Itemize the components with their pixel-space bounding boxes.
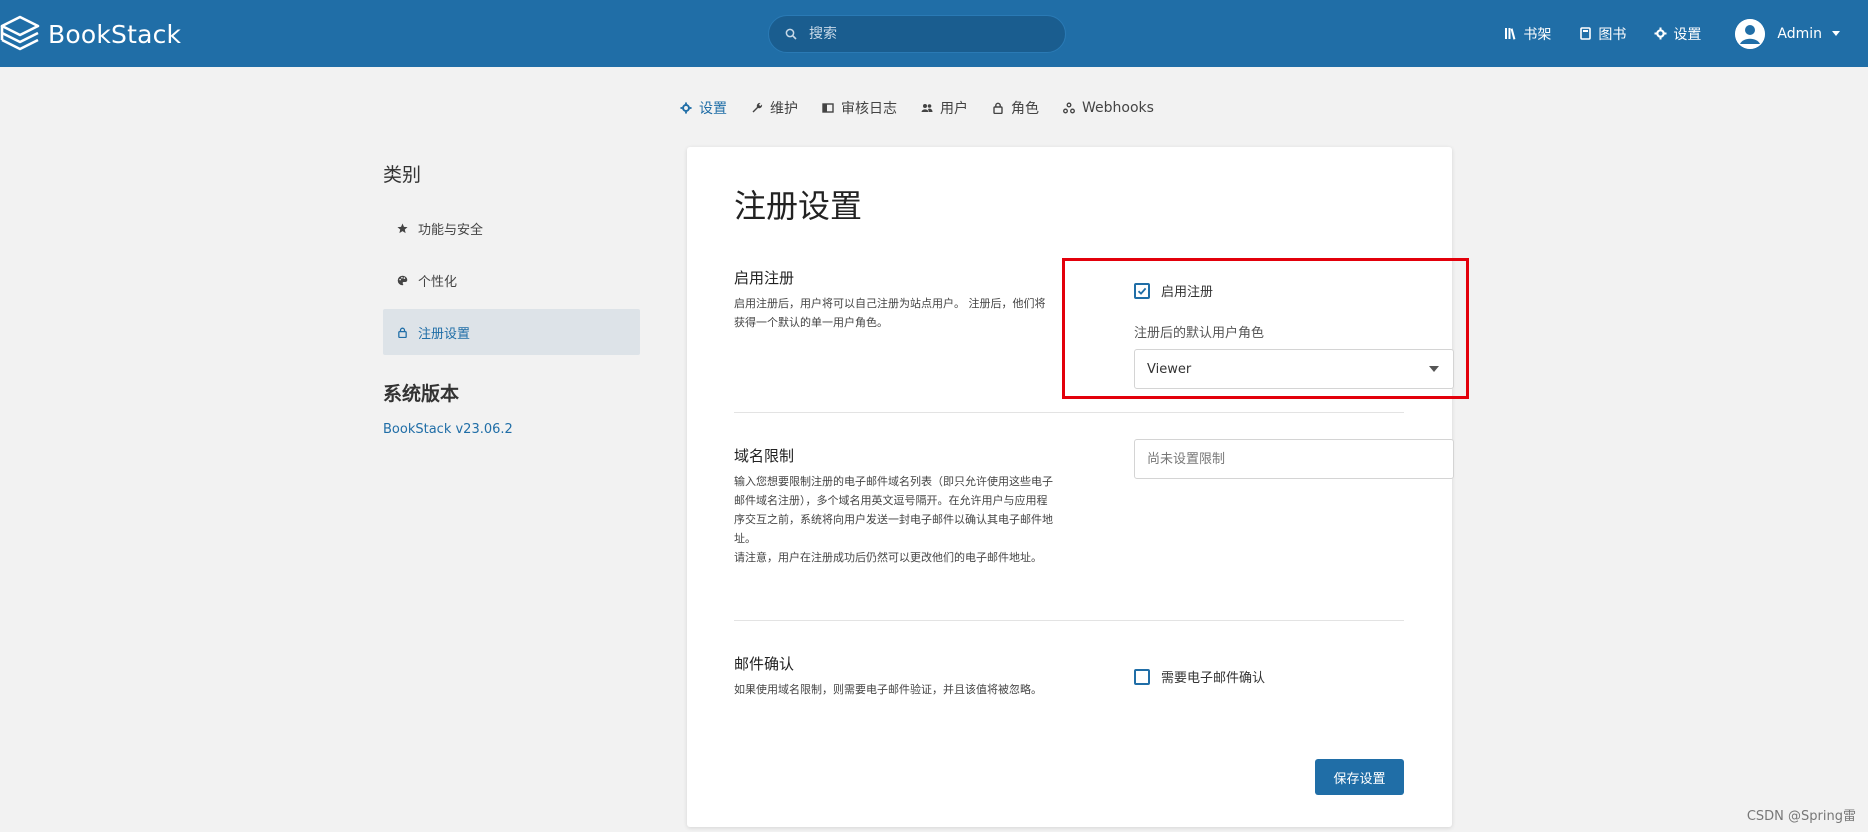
sidebar-title: 类别 xyxy=(383,164,422,186)
tab-maintenance-label: 维护 xyxy=(770,101,798,117)
users-icon xyxy=(921,104,933,112)
require-email-confirmation-checkbox[interactable]: 需要电子邮件确认 xyxy=(1134,667,1265,686)
sidebar-item-features-security[interactable]: 功能与安全 xyxy=(383,205,640,251)
search-icon xyxy=(785,28,797,40)
require-email-confirmation-label: 需要电子邮件确认 xyxy=(1161,671,1266,686)
sidebar-item-label: 个性化 xyxy=(418,274,458,290)
nav-shelves[interactable]: 书架 xyxy=(1504,24,1551,44)
tab-settings[interactable]: 设置 xyxy=(680,98,727,118)
settings-tabs: 设置 维护 审核日志 用户 角色 Webhooks xyxy=(680,98,1178,118)
sidebar-item-label: 功能与安全 xyxy=(418,222,484,238)
gear-icon xyxy=(1654,27,1667,40)
header-nav: 书架 图书 设置 Admin xyxy=(1504,0,1868,67)
registration-description: 启用注册后，用户将可以自己注册为站点用户。 注册后，他们将获得一个默认的单一用户… xyxy=(734,297,1046,329)
save-settings-button[interactable]: 保存设置 xyxy=(1315,759,1404,795)
tab-roles[interactable]: 角色 xyxy=(992,98,1039,118)
lock-icon xyxy=(398,327,407,338)
tab-webhooks-label: Webhooks xyxy=(1082,100,1154,116)
gear-icon xyxy=(680,102,692,114)
tab-roles-label: 角色 xyxy=(1011,101,1039,117)
audit-log-icon xyxy=(822,103,834,113)
logo[interactable]: BookStack xyxy=(0,12,181,56)
tab-settings-label: 设置 xyxy=(699,101,727,117)
nav-shelves-label: 书架 xyxy=(1523,26,1552,43)
email-confirm-controls: 需要电子邮件确认 xyxy=(1134,667,1265,686)
version-title: 系统版本 xyxy=(383,383,460,405)
app-name: BookStack xyxy=(48,19,182,49)
search-input[interactable] xyxy=(809,26,1029,42)
domain-controls xyxy=(1134,439,1454,479)
annotation-highlight-box xyxy=(1062,258,1469,399)
wrench-icon xyxy=(752,102,763,113)
user-avatar-icon xyxy=(1735,18,1766,49)
search-box[interactable] xyxy=(768,15,1066,53)
watermark: CSDN @Spring雷 xyxy=(1746,809,1856,824)
user-menu[interactable]: Admin xyxy=(1735,18,1840,49)
registration-settings-card: 注册设置 启用注册 启用注册后，用户将可以自己注册为站点用户。 注册后，他们将获… xyxy=(687,147,1454,827)
tab-users-label: 用户 xyxy=(940,101,968,117)
divider xyxy=(734,412,1404,413)
sidebar-item-registration[interactable]: 注册设置 xyxy=(383,309,640,355)
tab-webhooks[interactable]: Webhooks xyxy=(1063,100,1154,116)
version-link[interactable]: BookStack v23.06.2 xyxy=(383,422,640,437)
email-confirm-heading: 邮件确认 xyxy=(734,655,795,673)
domain-restriction-input[interactable] xyxy=(1134,439,1454,479)
lock-icon xyxy=(993,102,1003,114)
tab-users[interactable]: 用户 xyxy=(921,98,968,118)
palette-icon xyxy=(397,275,408,285)
user-name: Admin xyxy=(1777,25,1822,42)
nav-settings-label: 设置 xyxy=(1673,26,1702,43)
sidebar-item-label: 注册设置 xyxy=(418,326,471,342)
tab-audit-log-label: 审核日志 xyxy=(841,101,897,117)
nav-settings[interactable]: 设置 xyxy=(1654,24,1701,44)
domain-description-note: 请注意，用户在注册成功后仍然可以更改他们的电子邮件地址。 xyxy=(734,551,1042,564)
bookshelf-icon xyxy=(1505,28,1516,40)
divider xyxy=(734,620,1404,621)
star-icon xyxy=(397,222,408,233)
email-confirm-description: 如果使用域名限制，则需要电子邮件验证，并且该值将被忽略。 xyxy=(734,683,1042,696)
webhooks-icon xyxy=(1063,102,1075,114)
tab-audit-log[interactable]: 审核日志 xyxy=(822,98,897,118)
book-icon xyxy=(1580,27,1592,40)
settings-sidebar: 类别 功能与安全 个性化 注册设置 系统版本 BookStack v23.06.… xyxy=(383,160,640,437)
avatar xyxy=(1735,18,1766,49)
page-title: 注册设置 xyxy=(734,187,863,225)
tab-maintenance[interactable]: 维护 xyxy=(751,98,798,118)
email-confirmation-section: 邮件确认 如果使用域名限制，则需要电子邮件验证，并且该值将被忽略。 需要电子邮件… xyxy=(734,653,1404,699)
nav-books-label: 图书 xyxy=(1598,26,1627,43)
top-header: BookStack 书架 图书 xyxy=(0,0,1868,67)
chevron-down-icon xyxy=(1832,31,1840,36)
checkbox-unchecked[interactable] xyxy=(1134,668,1150,685)
bookstack-logo-icon xyxy=(0,15,40,51)
domain-restriction-section: 域名限制 输入您想要限制注册的电子邮件域名列表（即只允许使用这些电子邮件域名注册… xyxy=(734,439,1454,567)
domain-description: 输入您想要限制注册的电子邮件域名列表（即只允许使用这些电子邮件域名注册），多个域… xyxy=(734,475,1053,545)
nav-books[interactable]: 图书 xyxy=(1579,24,1626,44)
sidebar-item-customization[interactable]: 个性化 xyxy=(383,257,640,303)
